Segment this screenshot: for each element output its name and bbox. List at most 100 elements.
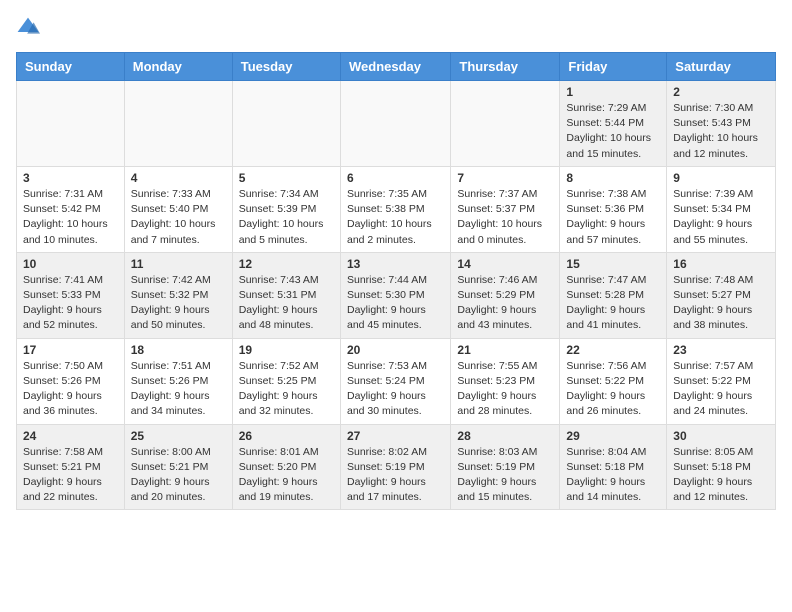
calendar: SundayMondayTuesdayWednesdayThursdayFrid… <box>16 52 776 510</box>
calendar-cell: 24 Sunrise: 7:58 AM Sunset: 5:21 PM Dayli… <box>17 424 125 510</box>
day-info: Sunrise: 7:46 AM Sunset: 5:29 PM Dayligh… <box>457 273 553 334</box>
calendar-cell <box>340 81 450 167</box>
day-info: Sunrise: 7:51 AM Sunset: 5:26 PM Dayligh… <box>131 359 226 420</box>
calendar-header-friday: Friday <box>560 53 667 81</box>
calendar-cell: 9 Sunrise: 7:39 AM Sunset: 5:34 PM Daylig… <box>667 166 776 252</box>
day-info: Sunrise: 7:52 AM Sunset: 5:25 PM Dayligh… <box>239 359 334 420</box>
calendar-week-row: 24 Sunrise: 7:58 AM Sunset: 5:21 PM Dayli… <box>17 424 776 510</box>
day-number: 16 <box>673 257 769 271</box>
day-number: 2 <box>673 85 769 99</box>
day-info: Sunrise: 7:58 AM Sunset: 5:21 PM Dayligh… <box>23 445 118 506</box>
calendar-cell: 26 Sunrise: 8:01 AM Sunset: 5:20 PM Dayli… <box>232 424 340 510</box>
logo <box>16 16 44 40</box>
day-info: Sunrise: 7:50 AM Sunset: 5:26 PM Dayligh… <box>23 359 118 420</box>
calendar-cell: 18 Sunrise: 7:51 AM Sunset: 5:26 PM Dayli… <box>124 338 232 424</box>
day-info: Sunrise: 7:29 AM Sunset: 5:44 PM Dayligh… <box>566 101 660 162</box>
day-info: Sunrise: 7:55 AM Sunset: 5:23 PM Dayligh… <box>457 359 553 420</box>
logo-icon <box>16 16 40 40</box>
calendar-cell: 19 Sunrise: 7:52 AM Sunset: 5:25 PM Dayli… <box>232 338 340 424</box>
day-info: Sunrise: 8:01 AM Sunset: 5:20 PM Dayligh… <box>239 445 334 506</box>
calendar-cell: 1 Sunrise: 7:29 AM Sunset: 5:44 PM Daylig… <box>560 81 667 167</box>
day-info: Sunrise: 7:33 AM Sunset: 5:40 PM Dayligh… <box>131 187 226 248</box>
calendar-cell <box>451 81 560 167</box>
day-info: Sunrise: 7:30 AM Sunset: 5:43 PM Dayligh… <box>673 101 769 162</box>
day-info: Sunrise: 8:00 AM Sunset: 5:21 PM Dayligh… <box>131 445 226 506</box>
day-info: Sunrise: 8:04 AM Sunset: 5:18 PM Dayligh… <box>566 445 660 506</box>
calendar-cell: 3Sunrise: 7:31 AM Sunset: 5:42 PM Daylig… <box>17 166 125 252</box>
day-number: 23 <box>673 343 769 357</box>
calendar-cell: 27 Sunrise: 8:02 AM Sunset: 5:19 PM Dayli… <box>340 424 450 510</box>
calendar-cell: 23 Sunrise: 7:57 AM Sunset: 5:22 PM Dayli… <box>667 338 776 424</box>
day-number: 13 <box>347 257 444 271</box>
day-info: Sunrise: 7:56 AM Sunset: 5:22 PM Dayligh… <box>566 359 660 420</box>
calendar-cell: 2 Sunrise: 7:30 AM Sunset: 5:43 PM Daylig… <box>667 81 776 167</box>
calendar-cell: 15 Sunrise: 7:47 AM Sunset: 5:28 PM Dayli… <box>560 252 667 338</box>
calendar-header-tuesday: Tuesday <box>232 53 340 81</box>
day-number: 10 <box>23 257 118 271</box>
day-number: 26 <box>239 429 334 443</box>
day-number: 20 <box>347 343 444 357</box>
day-number: 27 <box>347 429 444 443</box>
day-number: 17 <box>23 343 118 357</box>
day-number: 6 <box>347 171 444 185</box>
calendar-cell: 25 Sunrise: 8:00 AM Sunset: 5:21 PM Dayli… <box>124 424 232 510</box>
calendar-cell: 22Sunrise: 7:56 AM Sunset: 5:22 PM Dayli… <box>560 338 667 424</box>
day-number: 15 <box>566 257 660 271</box>
calendar-week-row: 10 Sunrise: 7:41 AM Sunset: 5:33 PM Dayli… <box>17 252 776 338</box>
day-number: 8 <box>566 171 660 185</box>
day-number: 1 <box>566 85 660 99</box>
calendar-cell: 5Sunrise: 7:34 AM Sunset: 5:39 PM Daylig… <box>232 166 340 252</box>
day-number: 11 <box>131 257 226 271</box>
day-number: 3 <box>23 171 118 185</box>
day-number: 25 <box>131 429 226 443</box>
calendar-cell: 10 Sunrise: 7:41 AM Sunset: 5:33 PM Dayli… <box>17 252 125 338</box>
calendar-cell <box>17 81 125 167</box>
day-info: Sunrise: 7:47 AM Sunset: 5:28 PM Dayligh… <box>566 273 660 334</box>
calendar-week-row: 3Sunrise: 7:31 AM Sunset: 5:42 PM Daylig… <box>17 166 776 252</box>
day-number: 7 <box>457 171 553 185</box>
day-info: Sunrise: 8:02 AM Sunset: 5:19 PM Dayligh… <box>347 445 444 506</box>
day-info: Sunrise: 7:57 AM Sunset: 5:22 PM Dayligh… <box>673 359 769 420</box>
day-info: Sunrise: 7:48 AM Sunset: 5:27 PM Dayligh… <box>673 273 769 334</box>
day-number: 5 <box>239 171 334 185</box>
day-number: 12 <box>239 257 334 271</box>
calendar-body: 1 Sunrise: 7:29 AM Sunset: 5:44 PM Daylig… <box>17 81 776 510</box>
calendar-cell <box>124 81 232 167</box>
calendar-cell: 11Sunrise: 7:42 AM Sunset: 5:32 PM Dayli… <box>124 252 232 338</box>
day-number: 14 <box>457 257 553 271</box>
day-info: Sunrise: 7:43 AM Sunset: 5:31 PM Dayligh… <box>239 273 334 334</box>
day-number: 18 <box>131 343 226 357</box>
day-info: Sunrise: 7:53 AM Sunset: 5:24 PM Dayligh… <box>347 359 444 420</box>
calendar-cell: 29 Sunrise: 8:04 AM Sunset: 5:18 PM Dayli… <box>560 424 667 510</box>
day-info: Sunrise: 7:38 AM Sunset: 5:36 PM Dayligh… <box>566 187 660 248</box>
day-number: 28 <box>457 429 553 443</box>
calendar-header-wednesday: Wednesday <box>340 53 450 81</box>
day-info: Sunrise: 7:41 AM Sunset: 5:33 PM Dayligh… <box>23 273 118 334</box>
day-number: 4 <box>131 171 226 185</box>
calendar-cell: 28Sunrise: 8:03 AM Sunset: 5:19 PM Dayli… <box>451 424 560 510</box>
calendar-header-saturday: Saturday <box>667 53 776 81</box>
calendar-week-row: 17 Sunrise: 7:50 AM Sunset: 5:26 PM Dayli… <box>17 338 776 424</box>
day-number: 29 <box>566 429 660 443</box>
day-number: 9 <box>673 171 769 185</box>
day-number: 30 <box>673 429 769 443</box>
calendar-header-thursday: Thursday <box>451 53 560 81</box>
calendar-cell: 21Sunrise: 7:55 AM Sunset: 5:23 PM Dayli… <box>451 338 560 424</box>
calendar-cell: 4 Sunrise: 7:33 AM Sunset: 5:40 PM Daylig… <box>124 166 232 252</box>
calendar-header-monday: Monday <box>124 53 232 81</box>
calendar-cell: 14 Sunrise: 7:46 AM Sunset: 5:29 PM Dayli… <box>451 252 560 338</box>
day-info: Sunrise: 7:39 AM Sunset: 5:34 PM Dayligh… <box>673 187 769 248</box>
day-number: 19 <box>239 343 334 357</box>
calendar-header-sunday: Sunday <box>17 53 125 81</box>
calendar-cell: 20 Sunrise: 7:53 AM Sunset: 5:24 PM Dayli… <box>340 338 450 424</box>
calendar-week-row: 1 Sunrise: 7:29 AM Sunset: 5:44 PM Daylig… <box>17 81 776 167</box>
calendar-cell: 12 Sunrise: 7:43 AM Sunset: 5:31 PM Dayli… <box>232 252 340 338</box>
day-number: 24 <box>23 429 118 443</box>
calendar-cell: 7 Sunrise: 7:37 AM Sunset: 5:37 PM Daylig… <box>451 166 560 252</box>
calendar-cell: 16 Sunrise: 7:48 AM Sunset: 5:27 PM Dayli… <box>667 252 776 338</box>
calendar-cell: 6Sunrise: 7:35 AM Sunset: 5:38 PM Daylig… <box>340 166 450 252</box>
calendar-header-row: SundayMondayTuesdayWednesdayThursdayFrid… <box>17 53 776 81</box>
day-info: Sunrise: 7:37 AM Sunset: 5:37 PM Dayligh… <box>457 187 553 248</box>
day-info: Sunrise: 7:44 AM Sunset: 5:30 PM Dayligh… <box>347 273 444 334</box>
page-header <box>16 16 776 40</box>
